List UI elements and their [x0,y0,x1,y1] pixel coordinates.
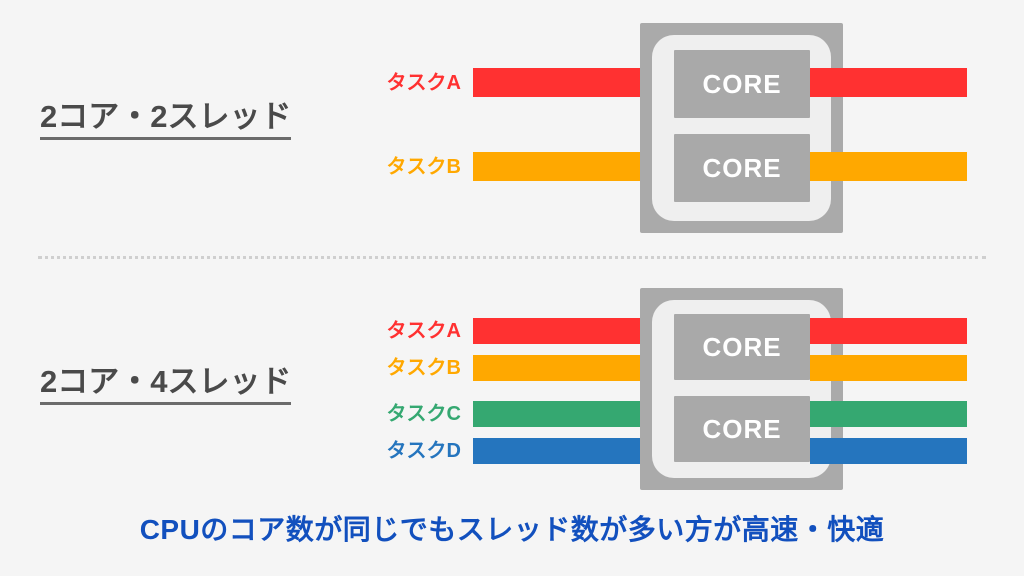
section-divider [38,256,986,259]
section-title-two-core-two-thread: 2コア・2スレッド [40,100,292,140]
thread-bar-task-d-bottom-right [810,438,967,464]
task-label-task-b-top: タスクB [386,156,461,178]
core-box-top-1: CORE [674,50,810,118]
core-box-top-2: CORE [674,134,810,202]
core-box-bottom-2: CORE [674,396,810,462]
task-label-task-c-bottom: タスクC [386,403,461,425]
task-label-task-a-bottom: タスクA [386,320,461,342]
thread-bar-task-c-bottom-right [810,401,967,427]
core-box-bottom-1: CORE [674,314,810,380]
thread-bar-task-b-bottom-right [810,355,967,381]
task-label-task-b-bottom: タスクB [386,357,461,379]
thread-bar-task-a-bottom-right [810,318,967,344]
section-title-two-core-four-thread: 2コア・4スレッド [40,365,292,405]
diagram-canvas: 2コア・2スレッド CORE CORE タスクA タスクB 2コア・4スレッド … [0,0,1024,576]
thread-bar-task-a-top-right [810,68,967,97]
task-label-task-a-top: タスクA [386,72,461,94]
thread-bar-task-b-top-right [810,152,967,181]
task-label-task-d-bottom: タスクD [386,440,461,462]
summary-caption: CPUのコア数が同じでもスレッド数が多い方が高速・快適 [139,514,885,545]
